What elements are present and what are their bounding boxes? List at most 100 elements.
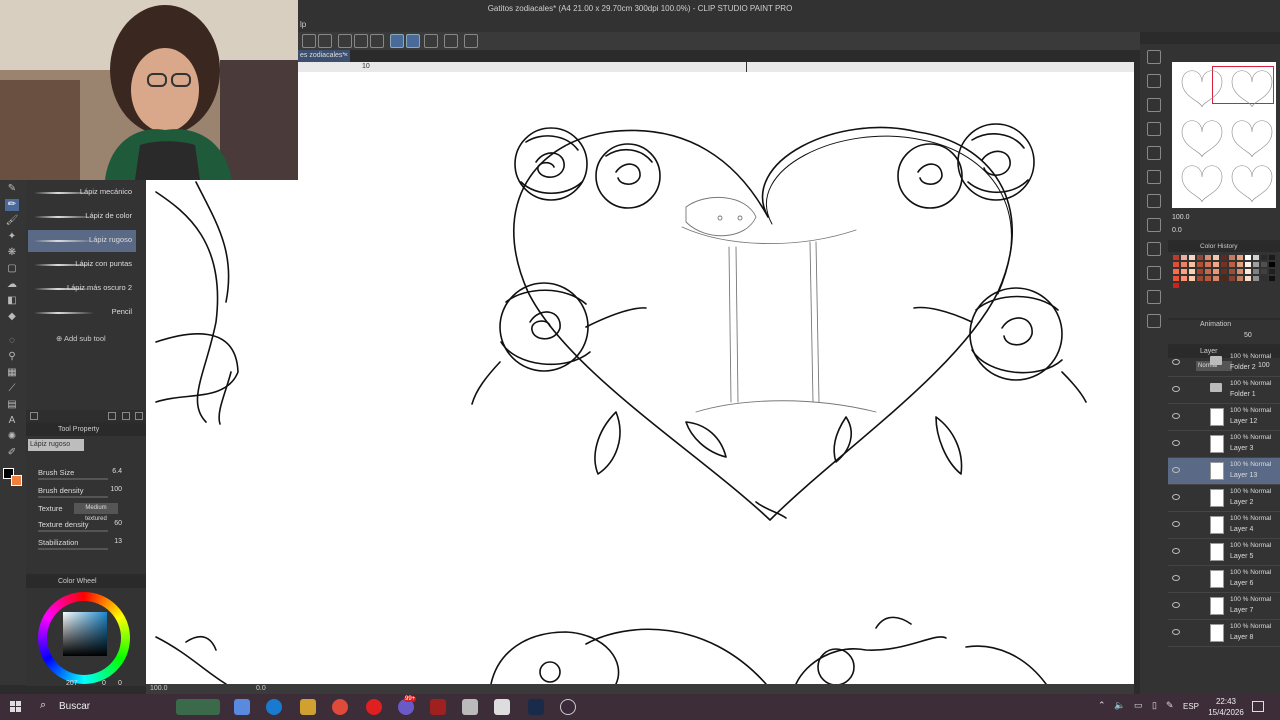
color-history-swatch[interactable]: [1220, 275, 1228, 282]
decoration-icon[interactable]: ❋: [5, 247, 19, 259]
pen-tray-icon[interactable]: ✎: [1166, 700, 1174, 711]
layer-folder-row[interactable]: 100 % Normal Folder 1: [1168, 377, 1280, 404]
deselect-icon[interactable]: [370, 34, 384, 48]
color-history-swatch[interactable]: [1204, 268, 1212, 275]
color-history-swatch[interactable]: [1244, 268, 1252, 275]
brush-icon[interactable]: 🖌: [5, 215, 19, 227]
eye-icon[interactable]: [1172, 440, 1180, 446]
eyedropper-icon[interactable]: ✐: [5, 447, 19, 459]
navigator-thumbnail[interactable]: [1172, 62, 1276, 208]
brush-size-slider[interactable]: [38, 478, 108, 480]
color-history-swatch[interactable]: [1252, 275, 1260, 282]
color-history-swatch[interactable]: [1180, 275, 1188, 282]
fill-icon[interactable]: ◆: [5, 311, 19, 323]
brush-density-row[interactable]: Brush density 100: [26, 484, 146, 500]
layer-row[interactable]: 100 % Normal Layer 5: [1168, 539, 1280, 566]
navigator-angle[interactable]: 0.0: [1172, 227, 1182, 234]
brush-rough-pencil[interactable]: Lápiz rugoso: [28, 230, 136, 252]
widgets-icon[interactable]: [176, 699, 220, 715]
layer-row[interactable]: 100 % Normal Layer 7: [1168, 593, 1280, 620]
color-history-swatch[interactable]: [1268, 254, 1276, 261]
texture-row[interactable]: Texture Medium textured: [26, 502, 146, 522]
layer-row[interactable]: 100 % Normal Layer 12: [1168, 404, 1280, 431]
color-history-swatch[interactable]: [1196, 275, 1204, 282]
auto-select-icon[interactable]: ⚲: [5, 351, 19, 363]
eye-icon[interactable]: [1172, 575, 1180, 581]
color-history-swatch[interactable]: [1172, 275, 1180, 282]
color-history-swatch[interactable]: [1260, 254, 1268, 261]
color-history-grid[interactable]: [1172, 254, 1276, 310]
color-history-swatch[interactable]: [1260, 261, 1268, 268]
navigator-zoom[interactable]: 100.0: [1172, 214, 1190, 221]
layer-row[interactable]: 100 % Normal Layer 13: [1168, 458, 1280, 485]
color-history-swatch[interactable]: [1212, 275, 1220, 282]
clip-studio-taskbar-icon[interactable]: [462, 699, 478, 715]
layer-row[interactable]: 100 % Normal Layer 6: [1168, 566, 1280, 593]
color-history-swatch[interactable]: [1268, 261, 1276, 268]
color-history-swatch[interactable]: [1212, 261, 1220, 268]
color-history-swatch[interactable]: [1244, 254, 1252, 261]
frame-icon[interactable]: ▤: [5, 399, 19, 411]
texture-density-slider[interactable]: [38, 530, 108, 532]
color-history-swatch[interactable]: [1204, 254, 1212, 261]
stabilization-value[interactable]: 13: [114, 538, 122, 545]
eye-icon[interactable]: [1172, 521, 1180, 527]
battery-icon[interactable]: ▯: [1152, 700, 1157, 711]
color-history-swatch[interactable]: [1220, 268, 1228, 275]
navigator-icon[interactable]: [1147, 50, 1161, 64]
volume-icon[interactable]: 🔈: [1114, 700, 1125, 711]
language-indicator[interactable]: ESP: [1183, 702, 1199, 711]
color-history-swatch[interactable]: [1252, 268, 1260, 275]
color-history-swatch[interactable]: [1196, 268, 1204, 275]
brush-density-value[interactable]: 100: [110, 486, 122, 493]
select-icon[interactable]: [338, 34, 352, 48]
balloon-icon[interactable]: ✺: [5, 431, 19, 443]
special-ruler-snap-icon[interactable]: [406, 34, 420, 48]
network-icon[interactable]: ▭: [1134, 700, 1143, 711]
sub-view-icon[interactable]: [1147, 74, 1161, 88]
crop-icon[interactable]: [318, 34, 332, 48]
color-history-swatch[interactable]: [1260, 268, 1268, 275]
color-history-swatch[interactable]: [1220, 261, 1228, 268]
layer-folder-row[interactable]: 100 % Normal Folder 2: [1168, 350, 1280, 377]
ruler-snap-icon[interactable]: [390, 34, 404, 48]
color-history-swatch[interactable]: [1268, 268, 1276, 275]
opera-icon[interactable]: [366, 699, 382, 715]
eraser-icon[interactable]: ◧: [5, 295, 19, 307]
tray-chevron-icon[interactable]: ⌃: [1098, 700, 1106, 711]
brush-pencil[interactable]: Pencil: [28, 302, 136, 324]
info-icon[interactable]: [1147, 170, 1161, 184]
canvas-angle-readout[interactable]: 0.0: [256, 684, 266, 694]
color-history-swatch[interactable]: [1212, 254, 1220, 261]
eye-icon[interactable]: [1172, 602, 1180, 608]
color-history-swatch[interactable]: [1228, 268, 1236, 275]
clip-studio-icon[interactable]: [464, 34, 478, 48]
file-explorer-icon[interactable]: [300, 699, 316, 715]
texture-select[interactable]: Medium textured: [74, 503, 118, 522]
color-history-swatch[interactable]: [1180, 268, 1188, 275]
delete-icon[interactable]: [135, 412, 143, 420]
airbrush-icon[interactable]: ✦: [5, 231, 19, 243]
brush-darker-pencil[interactable]: Lápiz más oscuro 2: [28, 278, 136, 300]
text-icon[interactable]: A: [5, 415, 19, 427]
item-bank-icon[interactable]: [1147, 290, 1161, 304]
eye-icon[interactable]: [1172, 494, 1180, 500]
background-color[interactable]: [11, 475, 22, 486]
taskbar-clock[interactable]: 22:43 15/4/2026: [1206, 696, 1246, 718]
eye-icon[interactable]: [1172, 413, 1180, 419]
taskbar-search[interactable]: ⌕ Buscar: [32, 694, 166, 720]
obs-icon[interactable]: [560, 699, 576, 715]
select-invert-icon[interactable]: [354, 34, 368, 48]
color-history-swatch[interactable]: [1204, 275, 1212, 282]
move-layer-icon[interactable]: [302, 34, 316, 48]
new-icon[interactable]: [122, 412, 130, 420]
color-history-swatch[interactable]: [1228, 275, 1236, 282]
close-icon[interactable]: [1147, 146, 1161, 160]
texture-density-value[interactable]: 60: [114, 520, 122, 527]
steam-icon[interactable]: [528, 699, 544, 715]
tab-close-icon[interactable]: ×: [344, 50, 348, 62]
color-history-swatch[interactable]: [1172, 261, 1180, 268]
windows-start-icon[interactable]: [10, 701, 22, 713]
app-icon[interactable]: [430, 699, 446, 715]
material-icon[interactable]: [1147, 98, 1161, 112]
